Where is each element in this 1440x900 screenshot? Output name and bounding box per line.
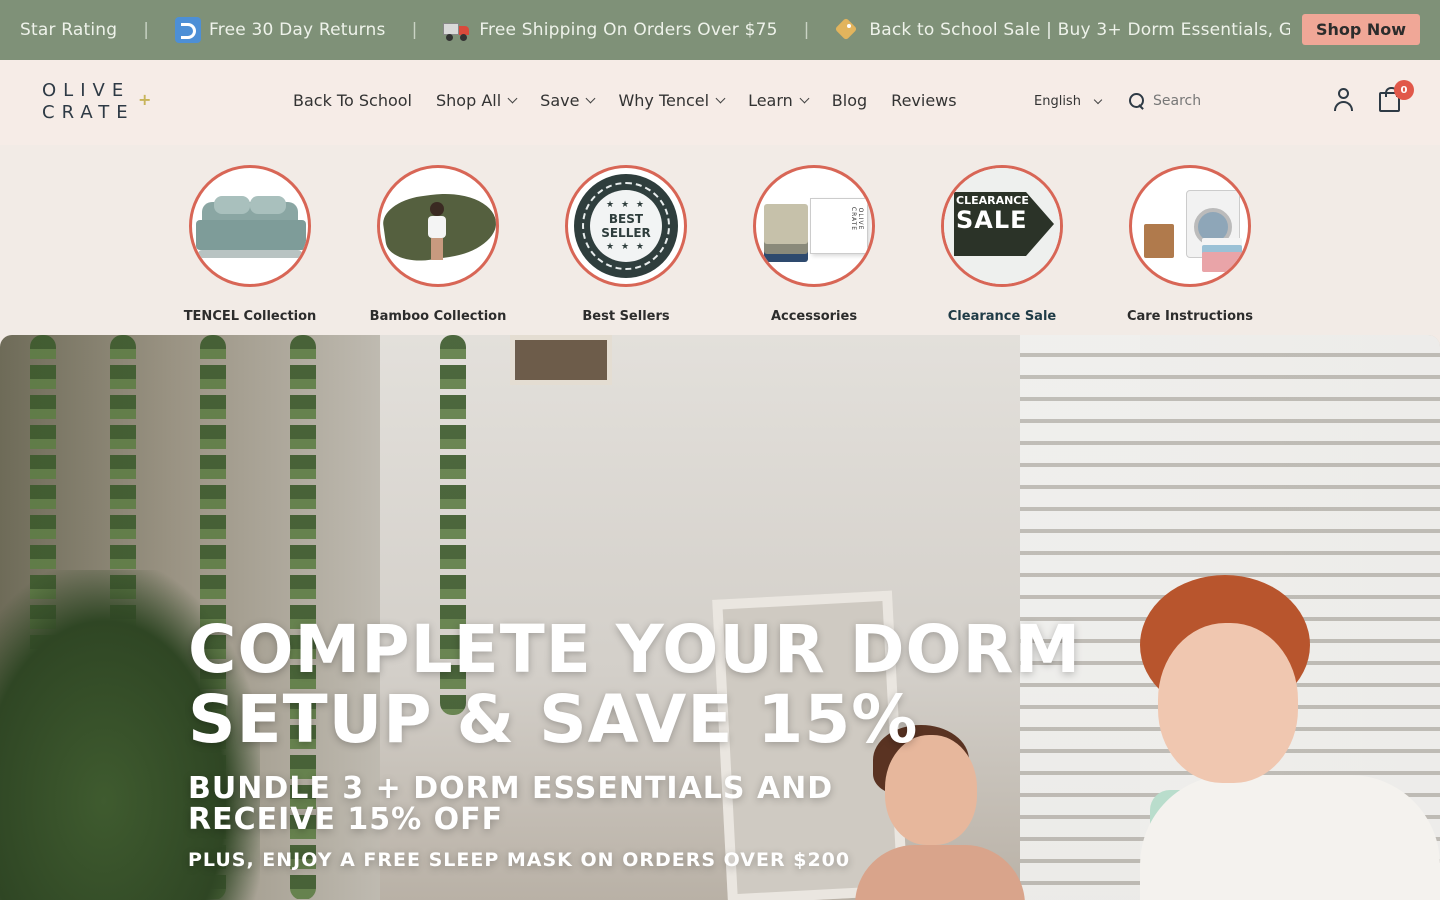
announcement-star-rating[interactable]: Star Rating bbox=[20, 20, 117, 40]
chevron-down-icon bbox=[585, 93, 596, 104]
category-bamboo-collection[interactable]: Bamboo Collection bbox=[353, 165, 523, 324]
price-tag-icon bbox=[835, 17, 861, 43]
category-image-best-seller-badge: ★ ★ ★ BEST SELLER ★ ★ ★ bbox=[565, 165, 687, 287]
nav-item-label: Why Tencel bbox=[618, 91, 710, 110]
announcement-returns[interactable]: Free 30 Day Returns bbox=[175, 17, 386, 43]
badge-stars: ★ ★ ★ bbox=[606, 200, 646, 210]
announcement-text: Free 30 Day Returns bbox=[209, 20, 386, 40]
nav-item-learn[interactable]: Learn bbox=[748, 91, 810, 110]
search-box bbox=[1128, 92, 1293, 109]
chevron-down-icon bbox=[715, 93, 726, 104]
announcement-text: Back to School Sale | Buy 3+ Dorm Essent… bbox=[869, 20, 1290, 40]
announcement-separator: | bbox=[143, 20, 150, 40]
hero-subtitle: BUNDLE 3 + DORM ESSENTIALS AND RECEIVE 1… bbox=[188, 771, 834, 837]
announcement-track: Star Rating | Free 30 Day Returns | Free… bbox=[0, 17, 1290, 43]
language-selector[interactable]: English bbox=[1034, 94, 1103, 109]
account-icon[interactable] bbox=[1333, 88, 1355, 111]
nav-item-blog[interactable]: Blog bbox=[832, 91, 867, 110]
category-label: Bamboo Collection bbox=[369, 309, 507, 324]
category-label: Clearance Sale bbox=[947, 309, 1057, 324]
hero-person-right bbox=[1110, 575, 1440, 900]
announcement-text: Star Rating bbox=[20, 20, 118, 40]
return-arrow-icon bbox=[175, 17, 202, 43]
category-accessories[interactable]: OLIVE CRATE Accessories bbox=[729, 165, 899, 324]
category-label: Care Instructions bbox=[1126, 309, 1254, 324]
hero-note: PLUS, ENJOY A FREE SLEEP MASK ON ORDERS … bbox=[188, 849, 851, 871]
announcement-separator: | bbox=[803, 20, 810, 40]
category-image-bamboo-blanket bbox=[377, 165, 499, 287]
category-image-washing-machine bbox=[1129, 165, 1251, 287]
search-input[interactable] bbox=[1153, 92, 1293, 109]
hero-banner[interactable]: COMPLETE YOUR DORM SETUP & SAVE 15% BUND… bbox=[0, 335, 1440, 900]
category-image-accessories-box: OLIVE CRATE bbox=[753, 165, 875, 287]
category-tencel-collection[interactable]: TENCEL Collection bbox=[165, 165, 335, 324]
site-header: OLIVE CRATE + Back To School Shop All Sa… bbox=[0, 60, 1440, 145]
announcement-shipping[interactable]: Free Shipping On Orders Over $75 bbox=[443, 17, 777, 43]
nav-item-label: Learn bbox=[748, 91, 793, 110]
cart-count-badge: 0 bbox=[1394, 80, 1414, 100]
category-label: TENCEL Collection bbox=[183, 309, 317, 324]
announcement-text: Free Shipping On Orders Over $75 bbox=[479, 20, 778, 40]
category-clearance-sale[interactable]: CLEARANCE SALE Clearance Sale bbox=[917, 165, 1087, 324]
category-label: Best Sellers bbox=[582, 309, 670, 324]
nav-item-reviews[interactable]: Reviews bbox=[891, 91, 956, 110]
nav-item-label: Blog bbox=[831, 91, 868, 110]
nav-item-save[interactable]: Save bbox=[540, 91, 596, 110]
nav-item-label: Shop All bbox=[435, 91, 502, 110]
announcement-separator: | bbox=[411, 20, 418, 40]
delivery-truck-icon bbox=[443, 17, 471, 43]
badge-text: BEST SELLER bbox=[601, 212, 651, 240]
category-care-instructions[interactable]: Care Instructions bbox=[1105, 165, 1275, 324]
announcement-bar: Star Rating | Free 30 Day Returns | Free… bbox=[0, 0, 1440, 60]
announcement-sale[interactable]: Back to School Sale | Buy 3+ Dorm Essent… bbox=[835, 17, 1290, 43]
nav-item-label: Save bbox=[540, 91, 580, 110]
box-brand-text: OLIVE CRATE bbox=[850, 206, 864, 232]
category-row: TENCEL Collection Bamboo Collection ★ ★ … bbox=[0, 145, 1440, 335]
chevron-down-icon bbox=[507, 93, 518, 104]
hero-wall-frame bbox=[510, 335, 612, 385]
language-label: English bbox=[1034, 94, 1081, 109]
nav-item-label: Reviews bbox=[891, 91, 957, 110]
sale-tag-big-text: SALE bbox=[956, 206, 1028, 234]
nav-item-back-to-school[interactable]: Back To School bbox=[293, 91, 412, 110]
category-image-clearance-tag: CLEARANCE SALE bbox=[941, 165, 1063, 287]
hero-title: COMPLETE YOUR DORM SETUP & SAVE 15% bbox=[188, 611, 1082, 758]
main-nav: Back To School Shop All Save Why Tencel … bbox=[293, 91, 957, 110]
site-logo[interactable]: OLIVE CRATE + bbox=[42, 80, 162, 124]
chevron-down-icon bbox=[799, 93, 810, 104]
category-image-bed-linen bbox=[189, 165, 311, 287]
shop-now-button[interactable]: Shop Now bbox=[1302, 14, 1420, 45]
logo-plus-mark: + bbox=[138, 90, 152, 109]
category-label: Accessories bbox=[770, 309, 858, 324]
badge-stars: ★ ★ ★ bbox=[606, 242, 646, 252]
search-icon[interactable] bbox=[1128, 92, 1145, 109]
chevron-down-icon bbox=[1093, 95, 1103, 104]
nav-item-shop-all[interactable]: Shop All bbox=[435, 91, 518, 110]
category-best-sellers[interactable]: ★ ★ ★ BEST SELLER ★ ★ ★ Best Sellers bbox=[541, 165, 711, 324]
nav-item-label: Back To School bbox=[293, 91, 412, 110]
hero-text-block: COMPLETE YOUR DORM SETUP & SAVE 15% BUND… bbox=[188, 611, 1108, 872]
nav-item-why-tencel[interactable]: Why Tencel bbox=[618, 91, 726, 110]
